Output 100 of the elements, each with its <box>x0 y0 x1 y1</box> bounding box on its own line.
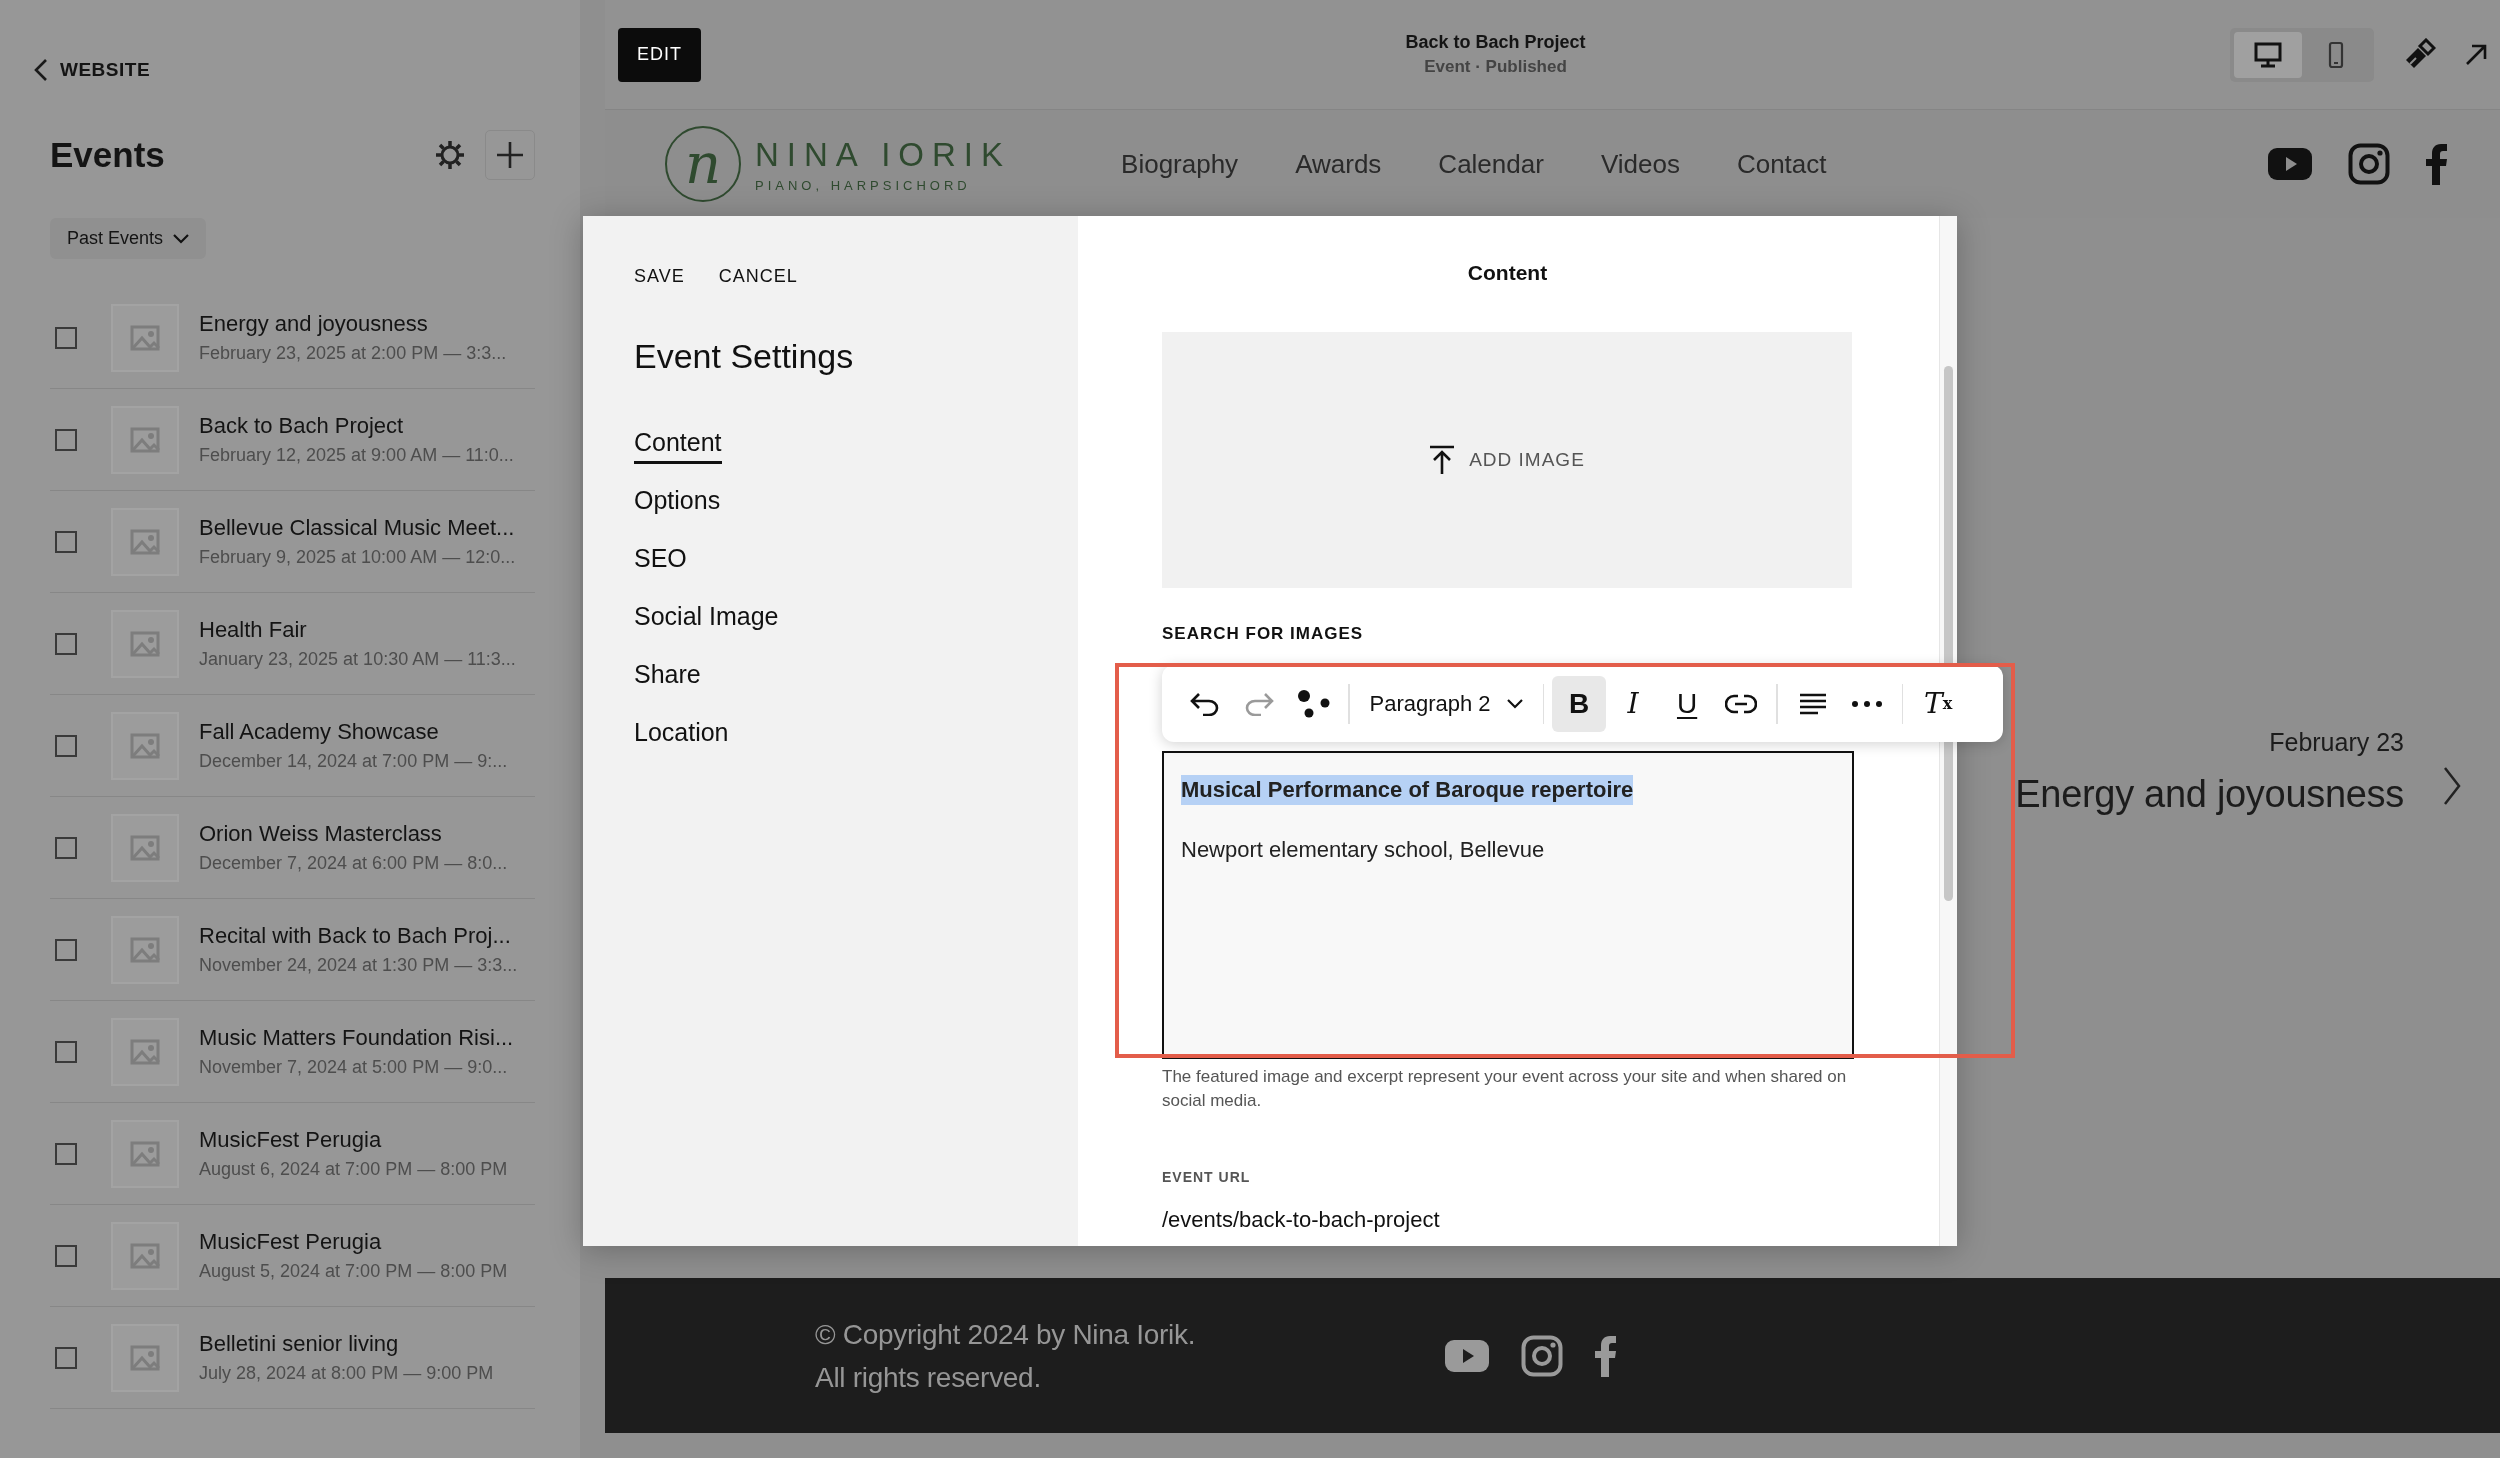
bold-button[interactable]: B <box>1552 675 1607 732</box>
settings-tab[interactable]: Location <box>634 718 729 754</box>
event-date: December 7, 2024 at 6:00 PM — 8:0... <box>199 853 508 874</box>
event-title[interactable]: Bellevue Classical Music Meet... <box>199 515 516 541</box>
event-date: August 5, 2024 at 7:00 PM — 8:00 PM <box>199 1261 508 1282</box>
settings-tab[interactable]: Options <box>634 486 721 522</box>
checkbox[interactable] <box>55 734 77 757</box>
align-left-icon <box>1798 692 1827 715</box>
event-date: July 28, 2024 at 8:00 PM — 9:00 PM <box>199 1363 494 1384</box>
image-placeholder-icon <box>111 1119 179 1188</box>
checkbox[interactable] <box>55 326 77 349</box>
settings-title: Event Settings <box>634 337 855 376</box>
checkbox[interactable] <box>55 1346 77 1369</box>
rights-text: All rights reserved. <box>815 1360 1042 1395</box>
image-placeholder-icon <box>111 507 179 576</box>
image-placeholder-icon <box>111 609 179 678</box>
link-icon <box>1725 692 1758 715</box>
youtube-icon[interactable] <box>1445 1339 1490 1372</box>
event-title[interactable]: Fall Academy Showcase <box>199 719 508 745</box>
checkbox[interactable] <box>55 1244 77 1267</box>
panel-title: Content <box>1466 261 1549 285</box>
filter-dropdown[interactable]: Past Events <box>50 218 207 259</box>
image-placeholder-icon <box>111 405 179 474</box>
page-title: Events <box>50 135 166 175</box>
checkbox[interactable] <box>55 530 77 553</box>
youtube-icon[interactable] <box>2268 148 2312 180</box>
checkbox[interactable] <box>55 836 77 859</box>
settings-tab[interactable]: Content <box>634 428 722 464</box>
checkbox[interactable] <box>55 428 77 451</box>
style-dropdown[interactable]: Paragraph 2 <box>1357 675 1535 732</box>
event-title: Energy and joyousness <box>2015 773 2404 816</box>
checkbox[interactable] <box>55 632 77 655</box>
image-placeholder-icon <box>111 1323 179 1392</box>
event-date: December 14, 2024 at 7:00 PM — 9:... <box>199 751 508 772</box>
settings-tab[interactable]: Share <box>634 660 701 696</box>
excerpt-text: Musical Performance of Baroque repertoire <box>1181 775 1634 805</box>
nav-link[interactable]: Videos <box>1600 148 1680 180</box>
event-title[interactable]: MusicFest Perugia <box>199 1229 508 1255</box>
image-placeholder-icon <box>111 813 179 882</box>
checkbox[interactable] <box>55 938 77 961</box>
event-title[interactable]: Energy and joyousness <box>199 311 507 337</box>
settings-icon[interactable] <box>435 140 465 170</box>
caret-icon <box>1506 698 1523 709</box>
external-link-icon[interactable] <box>2464 42 2488 67</box>
plus-icon <box>497 142 523 168</box>
settings-tab[interactable]: SEO <box>634 544 687 580</box>
copyright-text: © Copyright 2024 by Nina Iorik. <box>815 1317 1196 1352</box>
back-link[interactable]: WEBSITE <box>34 58 151 82</box>
instagram-icon[interactable] <box>1521 1334 1564 1377</box>
action-button[interactable]: CANCEL <box>718 266 798 287</box>
undo-icon <box>1190 691 1220 716</box>
settings-tab[interactable]: Social Image <box>634 602 779 638</box>
action-button[interactable]: SAVE <box>634 266 685 287</box>
nav-link[interactable]: Contact <box>1736 148 1827 180</box>
event-date: August 6, 2024 at 7:00 PM — 8:00 PM <box>199 1159 508 1180</box>
checkbox[interactable] <box>55 1040 77 1063</box>
caret-icon <box>173 233 190 244</box>
instagram-icon[interactable] <box>2348 143 2390 185</box>
back-icon <box>34 58 48 82</box>
event-date: February 23, 2025 at 2:00 PM — 3:3... <box>199 343 507 364</box>
excerpt-field[interactable]: Musical Performance of Baroque repertoire Newport elementary school, Bellevue <box>1162 751 1854 1059</box>
excerpt-text: Newport elementary school, Bellevue <box>1181 836 1545 864</box>
event-date: February 9, 2025 at 10:00 AM — 12:0... <box>199 547 516 568</box>
monitor-icon <box>2254 41 2282 68</box>
page-name: Back to Bach Project <box>1404 32 1587 53</box>
url-value[interactable]: /events/back-to-bach-project <box>1162 1207 1440 1233</box>
event-title[interactable]: Recital with Back to Bach Proj... <box>199 923 518 949</box>
event-title[interactable]: Music Matters Foundation Risi... <box>199 1025 514 1051</box>
desktop-view-button[interactable] <box>2234 31 2302 78</box>
event-title[interactable]: Health Fair <box>199 617 516 643</box>
facebook-icon[interactable] <box>1595 1334 1618 1377</box>
event-title[interactable]: Belletini senior living <box>199 1331 494 1357</box>
checkbox[interactable] <box>55 1142 77 1165</box>
facebook-icon[interactable] <box>2426 143 2448 185</box>
nav-link[interactable]: Calendar <box>1438 148 1544 180</box>
site-tagline: PIANO, HARPSICHORD <box>755 177 972 193</box>
image-placeholder-icon <box>111 711 179 780</box>
upload-icon <box>1429 445 1456 475</box>
more-icon <box>1851 700 1882 707</box>
event-date: February 23 <box>2268 728 2404 757</box>
phone-icon <box>2328 40 2344 69</box>
event-date: January 23, 2025 at 10:30 AM — 11:3... <box>199 649 516 670</box>
url-label: EVENT URL <box>1162 1169 1252 1185</box>
underline-button[interactable]: U <box>1660 675 1715 732</box>
search-label: SEARCH FOR IMAGES <box>1162 624 1365 644</box>
dots-icon <box>1296 688 1330 719</box>
add-button[interactable] <box>485 130 535 180</box>
event-title[interactable]: Back to Bach Project <box>199 413 514 439</box>
edit-button[interactable]: EDIT <box>618 27 701 82</box>
italic-button[interactable]: I <box>1606 675 1661 732</box>
event-title[interactable]: Orion Weiss Masterclass <box>199 821 508 847</box>
nav-link[interactable]: Awards <box>1295 148 1382 180</box>
add-image-button[interactable]: ADD IMAGE <box>1162 332 1852 588</box>
image-placeholder-icon <box>111 1017 179 1086</box>
nav-link[interactable]: Biography <box>1121 148 1239 180</box>
event-date: November 24, 2024 at 1:30 PM — 3:3... <box>199 955 518 976</box>
help-text: The featured image and excerpt represent your event across your site and when shared on social media. <box>1162 1066 1848 1112</box>
redo-icon <box>1244 691 1274 716</box>
page-status: Event · Published <box>1423 57 1568 77</box>
event-title[interactable]: MusicFest Perugia <box>199 1127 508 1153</box>
